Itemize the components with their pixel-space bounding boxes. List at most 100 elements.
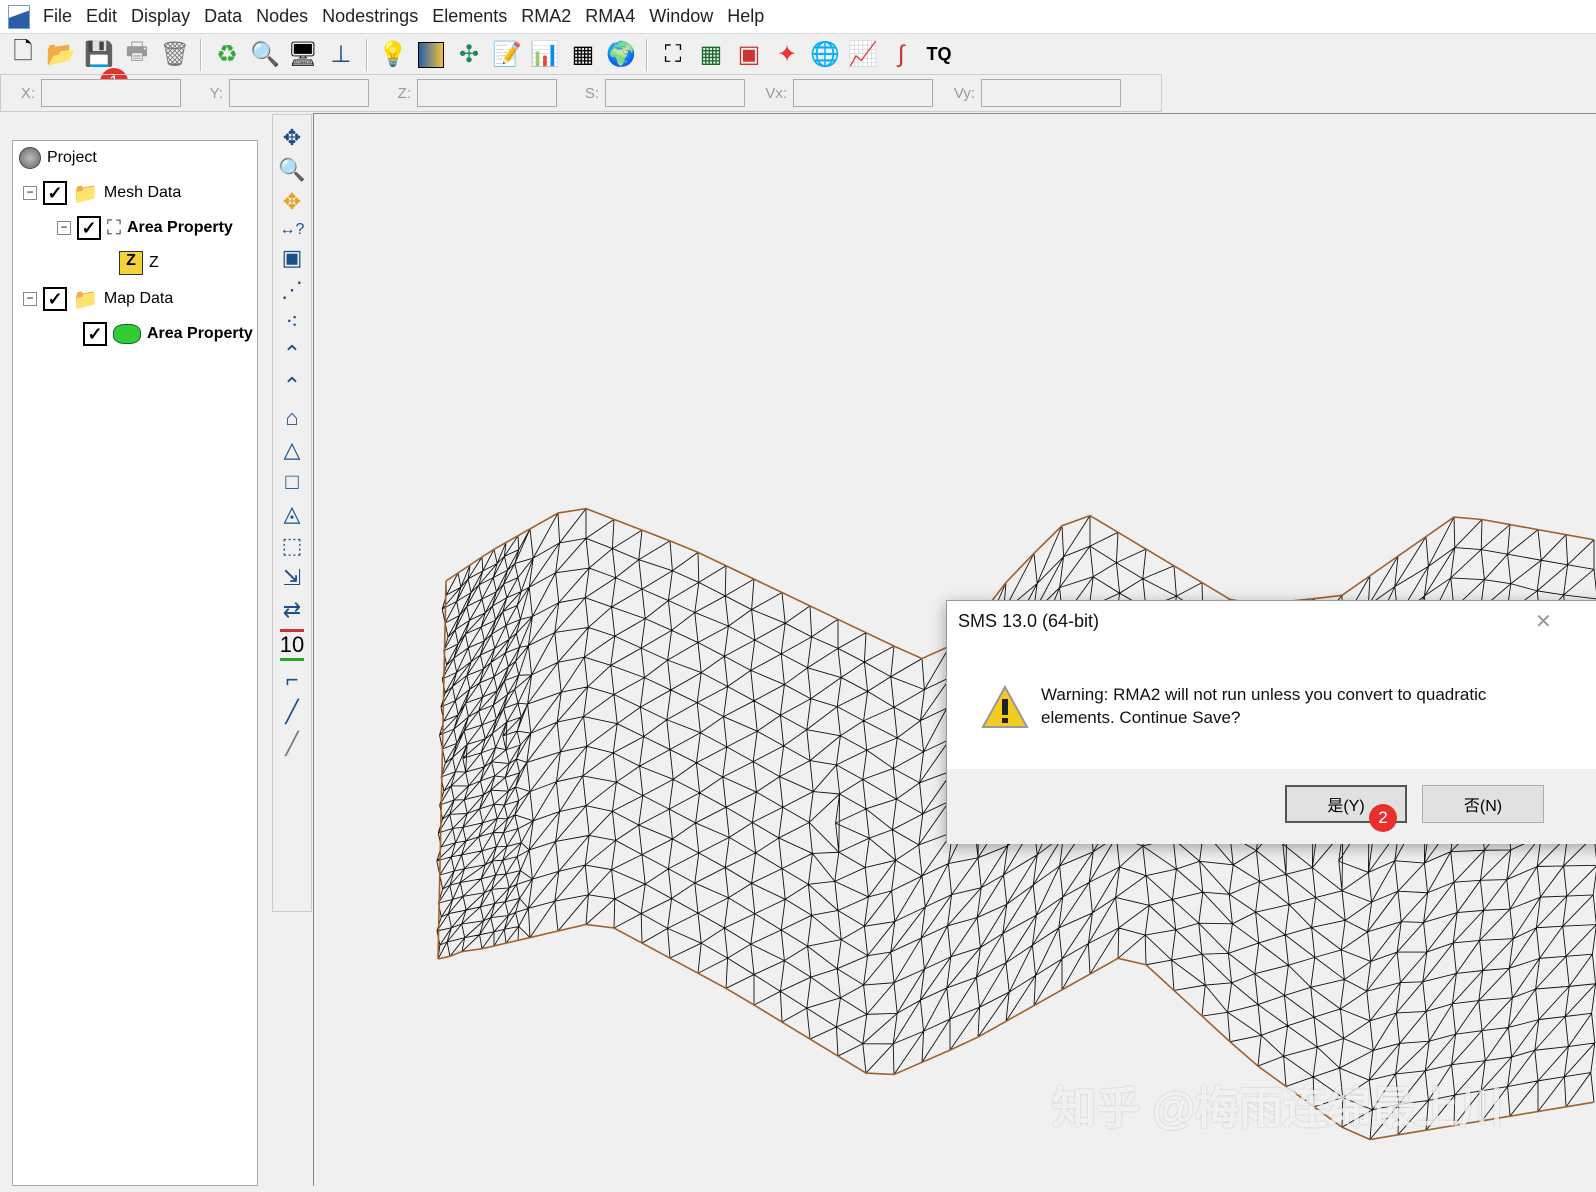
visibility-checkbox[interactable]: ✓ [43, 181, 67, 205]
visibility-checkbox[interactable]: ✓ [77, 216, 101, 240]
select-node-icon[interactable]: ⋰ [281, 277, 303, 303]
tree-item-z-dataset[interactable]: Z Z [119, 248, 159, 278]
toolbar-separator [200, 38, 202, 71]
menu-rma4[interactable]: RMA4 [578, 6, 642, 27]
vy-label: Vy: [953, 84, 975, 102]
select-image-icon[interactable]: ▣ [282, 245, 303, 271]
vx-label: Vx: [765, 84, 787, 102]
menu-elements[interactable]: Elements [425, 6, 514, 27]
select-nodestring-icon[interactable]: ⌐ [286, 667, 299, 693]
refresh-icon[interactable]: ♻ [210, 38, 244, 72]
tree-item-map-area-property[interactable]: ✓ Area Property [83, 319, 253, 349]
create-node-icon[interactable]: ⁖ [286, 309, 299, 335]
gis-globe-icon[interactable]: 🌐 [808, 38, 842, 72]
scatter-module-icon[interactable]: ▣ [732, 38, 766, 72]
mesh-icon: ⛶ [107, 216, 121, 239]
create-triangle-icon[interactable]: △ [284, 437, 301, 463]
zoom-extents-icon[interactable]: 🔍 [248, 38, 282, 72]
nodestring-dashed-icon[interactable]: ╱ [285, 731, 298, 757]
delete-icon[interactable]: 🗑 [158, 38, 192, 72]
tree-item-map-data[interactable]: − ✓ 📁 Map Data [23, 284, 173, 314]
tools-palette: ✥ 🔍 ✥ ↔? ▣ ⋰ ⁖ ⌃ ⌃ ⌂ △ □ ◬ ⬚ ⇲ ⇄ 10 ⌐ ╱ … [272, 114, 312, 912]
rotate-icon[interactable]: ✥ [283, 189, 301, 215]
mesh-folder-icon: 📁 [73, 182, 98, 205]
contour-icon[interactable] [414, 38, 448, 72]
quad-dashed-icon[interactable]: ⬚ [282, 533, 303, 559]
select-element-icon[interactable]: ⌂ [285, 405, 298, 431]
create-nodestring-icon[interactable]: ╱ [285, 699, 298, 725]
step-badge-2: 2 [1369, 804, 1397, 832]
tree-label: Area Property [127, 219, 233, 236]
vx-field[interactable] [793, 79, 933, 107]
tree-label: Mesh Data [103, 184, 182, 201]
menu-window[interactable]: Window [642, 6, 720, 27]
tree-label: Map Data [103, 290, 174, 307]
tree-item-mesh-area-property[interactable]: − ✓ ⛶ Area Property [57, 213, 233, 243]
y-label: Y: [209, 84, 223, 102]
rotate-axes-icon[interactable]: ✣ [452, 38, 486, 72]
path-icon[interactable]: ∫ [884, 38, 918, 72]
project-explorer: Project − ✓ 📁 Mesh Data − ✓ ⛶ Area Prope… [12, 140, 258, 1186]
grid-module-icon[interactable]: ▦ [694, 38, 728, 72]
add-layer-icon[interactable]: ▦ [566, 38, 600, 72]
y-field[interactable] [229, 79, 369, 107]
menu-nodes[interactable]: Nodes [249, 6, 315, 27]
menu-data[interactable]: Data [197, 6, 249, 27]
tq-icon[interactable]: TQ [922, 38, 956, 72]
toolbar-separator [646, 38, 648, 71]
measure-icon[interactable]: ↔? [280, 221, 305, 239]
close-icon[interactable]: ✕ [1535, 609, 1552, 634]
collapse-toggle[interactable]: − [57, 221, 71, 235]
pan-icon[interactable]: ✥ [283, 125, 301, 151]
new-file-icon[interactable]: 🗋 [6, 38, 40, 72]
display-icon[interactable]: 🖥 [286, 38, 320, 72]
open-folder-icon[interactable]: 📂 [44, 38, 78, 72]
x-field[interactable] [41, 79, 181, 107]
create-vertex-icon[interactable]: ⌃ [283, 373, 301, 399]
tree-item-mesh-data[interactable]: − ✓ 📁 Mesh Data [23, 178, 181, 208]
vy-field[interactable] [981, 79, 1121, 107]
s-field[interactable] [605, 79, 745, 107]
profile-icon[interactable]: 📈 [846, 38, 880, 72]
tree-label: Project [47, 149, 97, 166]
no-button[interactable]: 否(N) [1422, 785, 1544, 823]
select-vertex-icon[interactable]: ⌃ [283, 341, 301, 367]
menu-bar: File Edit Display Data Nodes Nodestrings… [0, 0, 1596, 34]
watermark: 知乎 @梅雨连绵最上川 [1052, 1084, 1504, 1133]
menu-file[interactable]: File [36, 6, 79, 27]
split-icon[interactable]: ⇄ [283, 597, 301, 623]
print-icon[interactable]: 🖶 [120, 38, 154, 72]
warning-icon [981, 685, 1029, 728]
tree-item-project[interactable]: Project [19, 143, 97, 173]
dialog-title: SMS 13.0 (64-bit) [958, 611, 1100, 631]
chart-icon[interactable]: 📊 [528, 38, 562, 72]
visibility-checkbox[interactable]: ✓ [43, 287, 67, 311]
project-icon [19, 147, 41, 169]
merge-icon[interactable]: ⇲ [283, 565, 301, 591]
menu-edit[interactable]: Edit [79, 6, 124, 27]
coordinate-bar: X: Y: Z: S: Vx: Vy: [0, 74, 1162, 112]
menu-help[interactable]: Help [720, 6, 771, 27]
scalar-dataset-icon: Z [119, 251, 143, 275]
particle-icon[interactable]: ✦ [770, 38, 804, 72]
triangle-dashed-icon[interactable]: ◬ [284, 501, 301, 527]
mesh-module-icon[interactable]: ⛶ [656, 38, 690, 72]
lighting-icon[interactable]: 💡 [376, 38, 410, 72]
properties-icon[interactable]: 📝 [490, 38, 524, 72]
tree-label: Z [149, 254, 159, 271]
axes-icon[interactable]: ⊥ [324, 38, 358, 72]
menu-nodestrings[interactable]: Nodestrings [315, 6, 425, 27]
menu-display[interactable]: Display [124, 6, 197, 27]
toolbar-separator [366, 38, 368, 71]
collapse-toggle[interactable]: − [23, 186, 37, 200]
zoom-icon[interactable]: 🔍 [278, 157, 305, 183]
collapse-toggle[interactable]: − [23, 292, 37, 306]
globe-icon[interactable]: 🌍 [604, 38, 638, 72]
save-icon[interactable]: 💾 [82, 38, 116, 72]
z-field[interactable] [417, 79, 557, 107]
visibility-checkbox[interactable]: ✓ [83, 322, 107, 346]
create-quad-icon[interactable]: □ [285, 469, 298, 495]
menu-rma2[interactable]: RMA2 [514, 6, 578, 27]
nodestring-number-icon[interactable]: 10 [279, 629, 305, 661]
main-toolbar: 🗋 📂 💾 🖶 🗑 ♻ 🔍 🖥 ⊥ 💡 ✣ 📝 📊 ▦ 🌍 ⛶ ▦ ▣ ✦ 🌐 … [0, 35, 1596, 74]
